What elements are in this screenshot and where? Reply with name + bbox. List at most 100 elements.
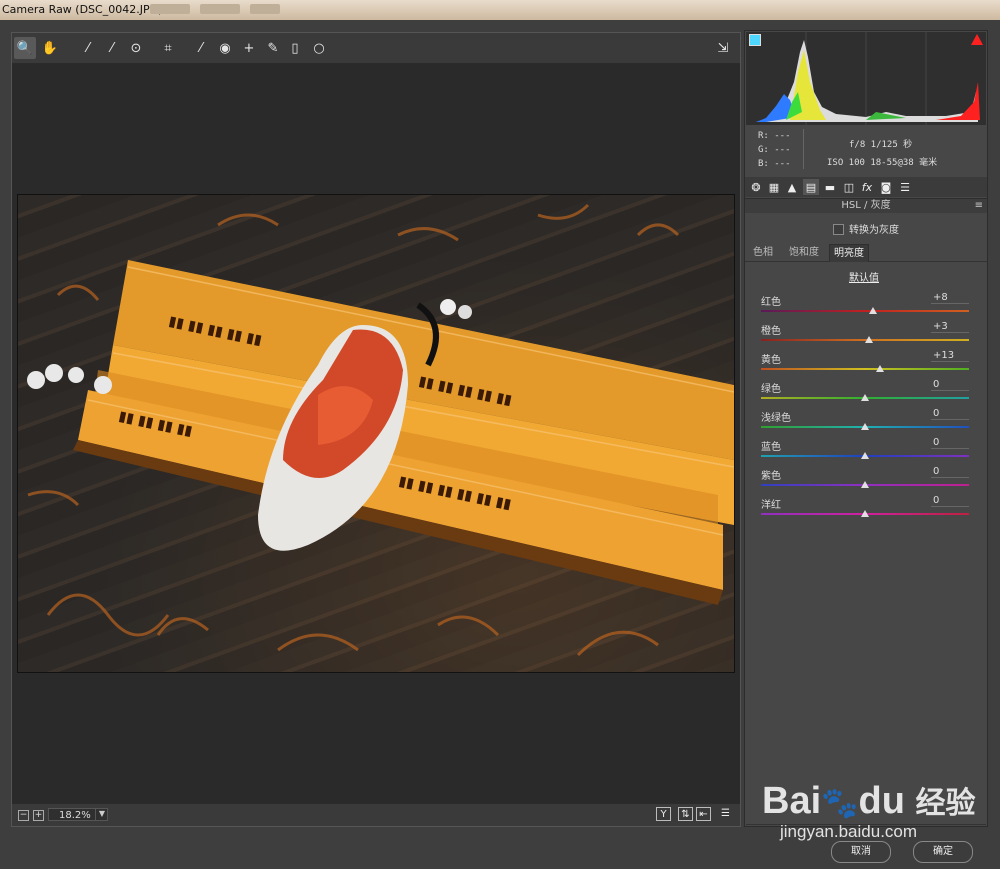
image-info: R: --- G: --- B: --- f/8 1/125 秒 ISO 100… [745, 127, 987, 173]
radial-filter-icon[interactable]: ○ [308, 37, 330, 59]
straighten-tool-icon[interactable]: ⁄ [190, 37, 212, 59]
title-bar: Camera Raw (DSC_0042.JPG) [0, 0, 1000, 20]
slider-row: 红色 +8 [761, 292, 969, 319]
zoom-out-button[interactable]: − [18, 810, 29, 821]
slider-row: 洋红 0 [761, 495, 969, 522]
image-preview-pane: 🔍 ✋ ⁄ ⁄ ⊙ ⌗ ⁄ ◉ + ✎ ▯ ○ ⇲ ▮▮ ▮▮ ▮▮ ▮▮ ▮▮… [11, 32, 741, 827]
detail-tab-icon[interactable]: ▲ [784, 179, 800, 195]
title-blur [250, 4, 280, 14]
slider-track[interactable] [761, 310, 969, 312]
r-value: R: --- [758, 131, 791, 141]
effects-tab-icon[interactable]: fx [859, 179, 875, 195]
paw-icon: 🐾 [821, 787, 859, 820]
tone-curve-tab-icon[interactable]: ▦ [766, 179, 782, 195]
slider-value-field[interactable]: 0 [931, 437, 969, 449]
slider-value-field[interactable]: +13 [931, 350, 969, 362]
exposure-info: f/8 1/125 秒 [849, 140, 913, 150]
panel-title-text: HSL / 灰度 [841, 200, 891, 211]
slider-thumb[interactable] [861, 481, 869, 488]
swap-settings-icon[interactable]: ⇅ [678, 807, 693, 821]
tab-saturation[interactable]: 饱和度 [785, 244, 823, 261]
iso-info: ISO 100 18-55@38 毫米 [827, 158, 938, 168]
baidu-watermark: Bai🐾du 经验 [762, 778, 976, 823]
open-preferences-icon[interactable]: ⇲ [712, 37, 734, 59]
title-blur [150, 4, 190, 14]
camera-calibration-tab-icon[interactable]: ◙ [878, 179, 894, 195]
chevron-down-icon[interactable]: ▼ [95, 809, 108, 820]
copy-settings-icon[interactable]: ⇤ [696, 807, 711, 821]
highlight-clipping-warning-icon[interactable] [971, 34, 983, 45]
zoom-tool-icon[interactable]: 🔍 [14, 37, 36, 59]
tab-luminance[interactable]: 明亮度 [829, 244, 869, 262]
color-sampler-tool-icon[interactable]: ⁄ [101, 37, 123, 59]
spot-removal-tool-icon[interactable]: + [238, 37, 260, 59]
slider-track[interactable] [761, 368, 969, 370]
panel-tabs: ❂ ▦ ▲ ▤ ▬ ◫ fx ◙ ☰ [745, 177, 987, 197]
slider-row: 黄色 +13 [761, 350, 969, 377]
basic-tab-icon[interactable]: ❂ [748, 179, 764, 195]
tool-bar: 🔍 ✋ ⁄ ⁄ ⊙ ⌗ ⁄ ◉ + ✎ ▯ ○ ⇲ [12, 33, 740, 64]
watermark-brand: Bai [762, 780, 822, 822]
watermark-brand2: du [858, 780, 905, 822]
slider-value-field[interactable]: 0 [931, 408, 969, 420]
zoom-in-button[interactable]: + [33, 810, 44, 821]
slider-value-field[interactable]: +3 [931, 321, 969, 333]
title-blur [200, 4, 240, 14]
shadow-clipping-warning-icon[interactable] [749, 34, 761, 46]
watermark-url: jingyan.baidu.com [780, 822, 918, 841]
slider-row: 浅绿色 0 [761, 408, 969, 435]
slider-thumb[interactable] [861, 452, 869, 459]
g-value: G: --- [758, 145, 791, 155]
white-balance-tool-icon[interactable]: ⁄ [77, 37, 99, 59]
red-eye-tool-icon[interactable]: ◉ [214, 37, 236, 59]
lens-corrections-tab-icon[interactable]: ◫ [841, 179, 857, 195]
targeted-adjustment-tool-icon[interactable]: ⊙ [125, 37, 147, 59]
bottom-bar: − + 18.2% ▼ Y ⇅ ⇤ ☰ [12, 803, 740, 826]
split-toning-tab-icon[interactable]: ▬ [822, 179, 838, 195]
slider-value-field[interactable]: 0 [931, 466, 969, 478]
convert-grayscale-checkbox[interactable] [833, 224, 844, 235]
b-value: B: --- [758, 159, 791, 169]
window-title: Camera Raw (DSC_0042.JPG) [2, 3, 163, 16]
panel-menu-icon[interactable]: ≡ [975, 199, 983, 213]
slider-value-field[interactable]: +8 [931, 292, 969, 304]
histogram-graph [746, 32, 986, 125]
default-button[interactable]: 默认值 [849, 269, 879, 284]
slider-label: 橙色 [761, 326, 781, 337]
graduated-filter-icon[interactable]: ▯ [284, 37, 306, 59]
slider-label: 黄色 [761, 355, 781, 366]
slider-label: 紫色 [761, 471, 781, 482]
slider-thumb[interactable] [865, 336, 874, 343]
tab-hue[interactable]: 色相 [749, 244, 777, 261]
slider-thumb[interactable] [869, 307, 878, 314]
slider-thumb[interactable] [861, 394, 869, 401]
slider-row: 蓝色 0 [761, 437, 969, 464]
right-panel: R: --- G: --- B: --- f/8 1/125 秒 ISO 100… [744, 30, 988, 827]
hand-tool-icon[interactable]: ✋ [39, 37, 61, 59]
divider [803, 129, 804, 169]
slider-row: 橙色 +3 [761, 321, 969, 348]
slider-row: 紫色 0 [761, 466, 969, 493]
photo-preview[interactable]: ▮▮ ▮▮ ▮▮ ▮▮ ▮▮ ▮▮ ▮▮ ▮▮ ▮▮ ▮▮ ▮▮ ▮▮ ▮▮ ▮… [17, 194, 735, 673]
slider-label: 蓝色 [761, 442, 781, 453]
slider-label: 红色 [761, 297, 781, 308]
ok-button[interactable]: 确定 [913, 841, 973, 863]
hsl-tab-icon[interactable]: ▤ [803, 179, 819, 195]
hsl-subtabs: 色相 饱和度 明亮度 [745, 244, 987, 262]
presets-tab-icon[interactable]: ☰ [897, 179, 913, 195]
slider-value-field[interactable]: 0 [931, 379, 969, 391]
slider-value-field[interactable]: 0 [931, 495, 969, 507]
slider-label: 绿色 [761, 384, 781, 395]
before-after-toggle-icon[interactable]: Y [656, 807, 671, 821]
cancel-button[interactable]: 取消 [831, 841, 891, 863]
slider-label: 洋红 [761, 500, 781, 511]
crop-tool-icon[interactable]: ⌗ [157, 37, 179, 59]
slider-thumb[interactable] [861, 423, 869, 430]
slider-thumb[interactable] [861, 510, 869, 517]
preview-settings-icon[interactable]: ☰ [718, 807, 733, 821]
convert-grayscale-label: 转换为灰度 [849, 225, 899, 236]
slider-thumb[interactable] [875, 365, 884, 372]
slider-row: 绿色 0 [761, 379, 969, 406]
histogram [746, 32, 986, 125]
adjustment-brush-icon[interactable]: ✎ [262, 37, 284, 59]
